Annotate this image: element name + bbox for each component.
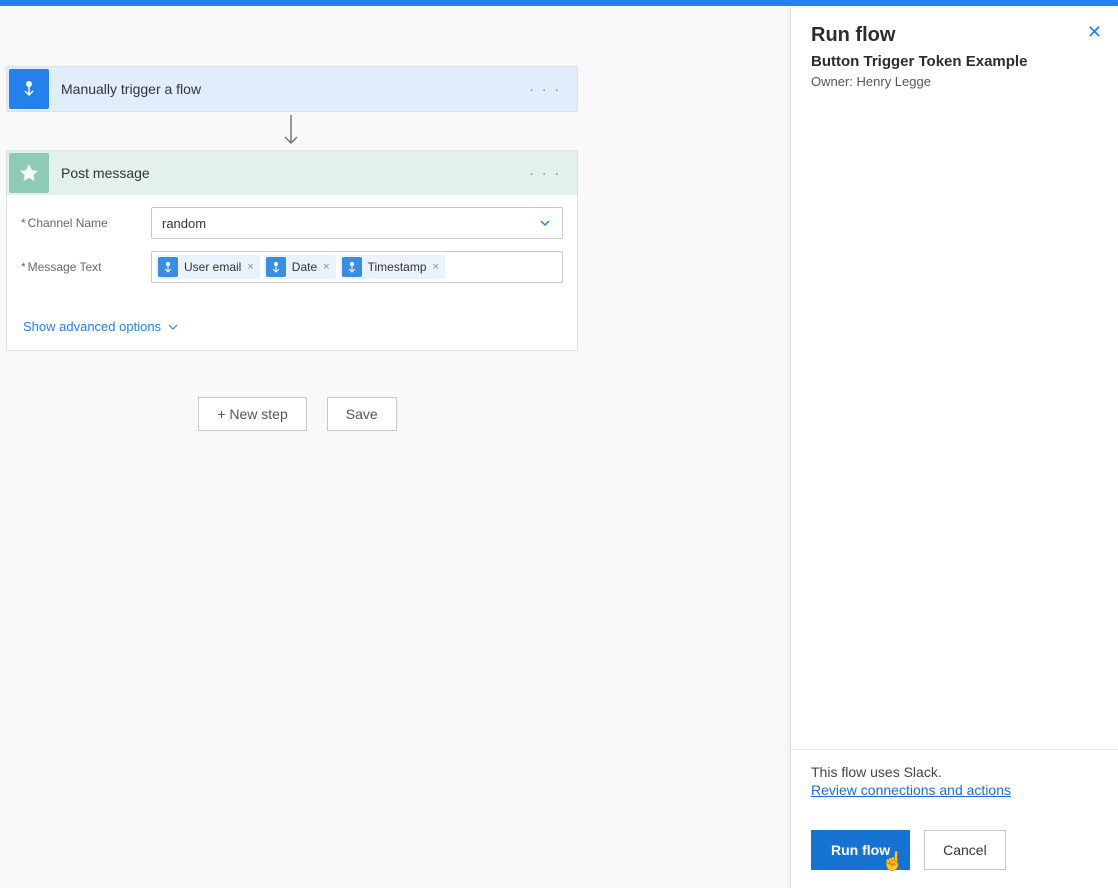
- message-text-label: Message Text: [21, 260, 151, 274]
- show-advanced-options[interactable]: Show advanced options: [7, 309, 577, 350]
- token-label: Date: [292, 260, 317, 274]
- token-timestamp[interactable]: Timestamp ×: [340, 255, 445, 279]
- trigger-more-icon[interactable]: · · ·: [523, 81, 567, 97]
- action-card: Post message · · · Channel Name random M…: [6, 150, 578, 351]
- token-label: Timestamp: [368, 260, 427, 274]
- manual-trigger-icon: [9, 69, 49, 109]
- token-date[interactable]: Date ×: [264, 255, 336, 279]
- review-connections-link[interactable]: Review connections and actions: [811, 782, 1011, 798]
- trigger-card: Manually trigger a flow · · ·: [6, 66, 578, 112]
- token-label: User email: [184, 260, 241, 274]
- trigger-title: Manually trigger a flow: [51, 81, 523, 97]
- token-remove-icon[interactable]: ×: [433, 261, 439, 273]
- token-icon: [342, 257, 362, 277]
- channel-name-label: Channel Name: [21, 216, 151, 230]
- trigger-header[interactable]: Manually trigger a flow · · ·: [7, 67, 577, 111]
- message-text-field[interactable]: User email × Date × Timest: [151, 251, 563, 283]
- uses-text: This flow uses Slack.: [811, 764, 1098, 780]
- action-more-icon[interactable]: · · ·: [523, 165, 567, 181]
- run-flow-panel: Run flow ✕ Button Trigger Token Example …: [790, 8, 1118, 888]
- token-remove-icon[interactable]: ×: [323, 261, 329, 273]
- token-icon: [266, 257, 286, 277]
- token-user-email[interactable]: User email ×: [156, 255, 260, 279]
- canvas-buttons: + New step Save: [6, 397, 589, 431]
- chevron-down-icon: [538, 216, 552, 230]
- cancel-button[interactable]: Cancel: [924, 830, 1006, 870]
- action-title: Post message: [51, 165, 523, 181]
- panel-owner: Owner: Henry Legge: [811, 74, 1098, 89]
- advanced-options-label: Show advanced options: [23, 319, 161, 334]
- channel-name-dropdown[interactable]: random: [151, 207, 563, 239]
- panel-subtitle: Button Trigger Token Example: [811, 53, 1098, 70]
- action-body: Channel Name random Message Text User em…: [7, 195, 577, 309]
- channel-name-value: random: [162, 216, 206, 231]
- panel-header: Run flow ✕ Button Trigger Token Example …: [791, 8, 1118, 99]
- token-icon: [158, 257, 178, 277]
- connector-arrow-icon: [6, 112, 576, 150]
- cursor-icon: ☝: [882, 851, 904, 872]
- action-header[interactable]: Post message · · ·: [7, 151, 577, 195]
- panel-title: Run flow: [811, 24, 1098, 47]
- panel-spacer: [791, 99, 1118, 749]
- chevron-down-icon: [167, 321, 179, 333]
- panel-actions: Run flow ☝ Cancel: [811, 830, 1098, 870]
- slack-icon: [9, 153, 49, 193]
- save-button[interactable]: Save: [327, 397, 397, 431]
- panel-footer: This flow uses Slack. Review connections…: [791, 749, 1118, 888]
- run-flow-button[interactable]: Run flow ☝: [811, 830, 910, 870]
- new-step-button[interactable]: + New step: [198, 397, 306, 431]
- token-remove-icon[interactable]: ×: [247, 261, 253, 273]
- close-icon[interactable]: ✕: [1087, 22, 1102, 43]
